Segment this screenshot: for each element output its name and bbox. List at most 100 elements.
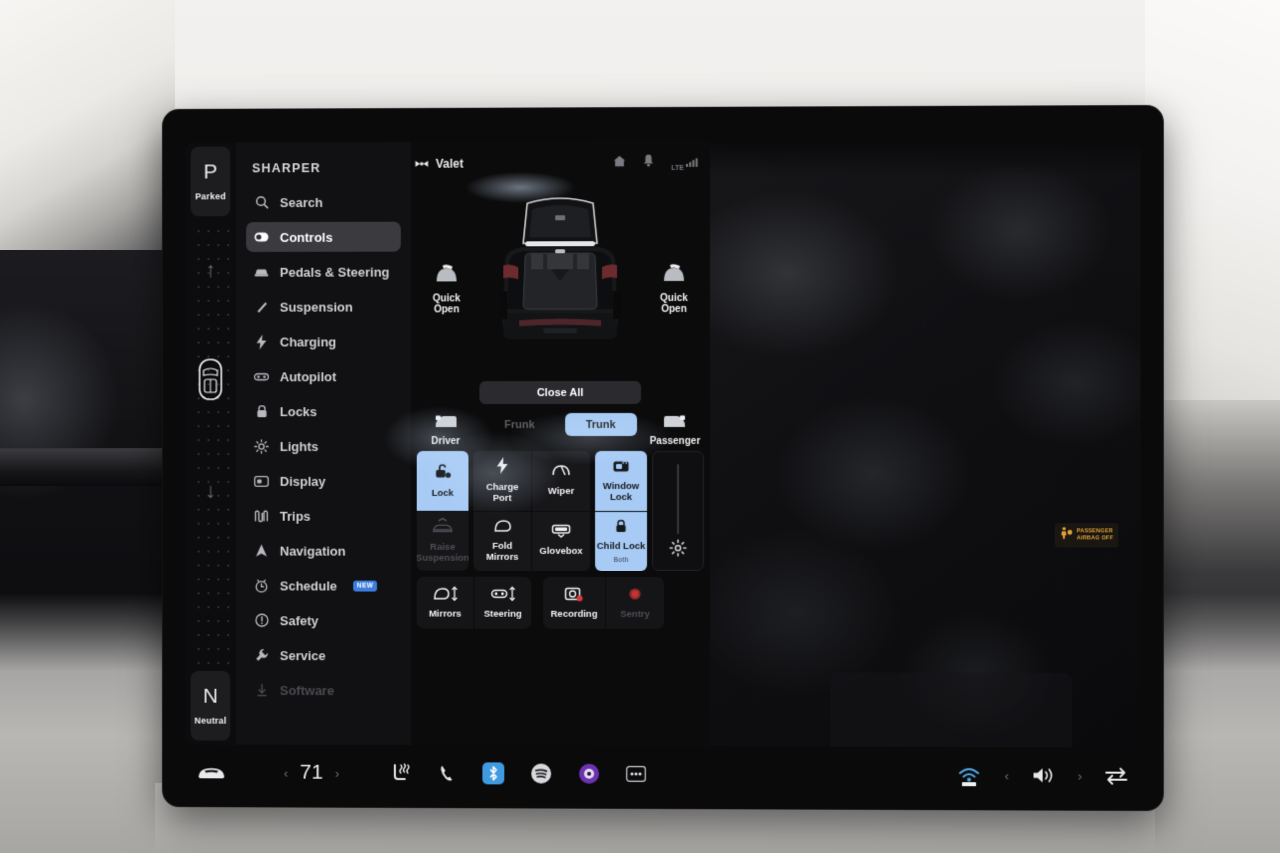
steering-label: Steering (483, 608, 522, 620)
sidebar-item-safety[interactable]: Safety (246, 605, 401, 635)
volume-decrease-button[interactable]: ‹ (1005, 768, 1009, 783)
gear-neutral-button[interactable]: N Neutral (190, 670, 231, 741)
volume-icon[interactable] (1031, 765, 1055, 785)
sidebar-item-software[interactable]: Software (246, 675, 401, 705)
bluetooth-icon[interactable] (482, 762, 505, 785)
wiper-icon (551, 464, 571, 482)
touchscreen-bezel: P Parked ↑ ↓ N Neutral SHARPER Search Co… (163, 105, 1163, 811)
driver-door-button[interactable]: Driver (417, 413, 475, 447)
car-icon[interactable] (197, 764, 227, 780)
sidebar-item-label: Navigation (279, 543, 346, 559)
spotify-icon[interactable] (530, 763, 552, 785)
radio-wifi-icon[interactable] (956, 764, 982, 787)
gear-strip-dot-pattern (190, 220, 231, 667)
airbag-off-state: OFF (1101, 535, 1114, 542)
app-title: SHARPER (252, 161, 321, 176)
gear-selector-strip[interactable]: P Parked ↑ ↓ N Neutral (184, 142, 237, 745)
sidebar-item-lights[interactable]: Lights (246, 431, 401, 461)
bell-icon[interactable] (643, 154, 654, 172)
wiper-button[interactable]: Wiper (532, 451, 591, 511)
passenger-door-button[interactable]: Passenger (646, 413, 704, 447)
steering-adjust-button[interactable]: Steering (474, 577, 531, 629)
phone-icon[interactable] (439, 764, 457, 782)
child-lock-button[interactable]: Child Lock Both (595, 511, 648, 571)
sentry-mode-button[interactable]: Sentry (606, 577, 664, 629)
frunk-button[interactable]: Frunk (484, 413, 556, 436)
sidebar-item-label: Display (279, 473, 326, 489)
sidebar-item-navigation[interactable]: Navigation (246, 536, 401, 566)
passenger-airbag-indicator: PASSENGER AIRBAG OFF (1054, 523, 1119, 548)
glovebox-icon (551, 524, 571, 542)
window-lock-button[interactable]: Window Lock (595, 451, 648, 511)
signal-bars-icon (685, 154, 700, 172)
valet-mode-button[interactable]: Valet (415, 157, 464, 171)
temp-increase-button[interactable]: › (335, 765, 339, 780)
charge-port-label: Charge Port (486, 481, 519, 504)
vehicle-rear-view: Quick Open Quick Open (411, 181, 710, 381)
fold-mirrors-button[interactable]: Fold Mirrors (473, 511, 532, 571)
mirror-adjust-icon (432, 586, 458, 605)
child-lock-sublabel: Both (613, 556, 629, 564)
sidebar-item-locks[interactable]: Locks (246, 396, 401, 426)
temp-decrease-button[interactable]: ‹ (284, 765, 288, 780)
controls-grid-wrapper: Lock Raise Suspension Charge Port Wiper … (416, 450, 705, 572)
temperature-value[interactable]: 71 (300, 761, 323, 785)
gear-up-arrow-icon[interactable]: ↑ (205, 259, 215, 282)
more-dots-icon[interactable] (626, 766, 647, 782)
brightness-slider[interactable] (652, 450, 705, 572)
home-icon[interactable] (613, 154, 626, 172)
window-lock-icon (612, 458, 630, 478)
sidebar-item-search[interactable]: Search (246, 187, 401, 217)
bottom-taskbar: ‹ 71 › ‹ › (185, 746, 1141, 802)
download-icon (254, 682, 269, 697)
airbag-text: PASSENGER AIRBAG OFF (1076, 528, 1114, 542)
swap-arrows-icon[interactable] (1104, 767, 1128, 785)
charge-port-button[interactable]: Charge Port (473, 451, 532, 511)
raise-suspension-button[interactable]: Raise Suspension (416, 511, 469, 571)
mirror-icon (492, 519, 512, 537)
gear-park-button[interactable]: P Parked (190, 146, 231, 217)
quick-open-label: Quick Open (432, 292, 461, 316)
sidebar-item-pedals-steering[interactable]: Pedals & Steering (246, 257, 401, 287)
mirrors-steering-card: Mirrors Steering (416, 576, 532, 629)
quick-open-right-button[interactable]: Quick Open (646, 263, 702, 316)
sidebar-item-autopilot[interactable]: Autopilot (246, 361, 401, 391)
dashcam-recording-button[interactable]: Recording (543, 577, 605, 629)
gear-down-arrow-icon[interactable]: ↓ (205, 480, 215, 503)
sidebar-item-label: Schedule (279, 577, 338, 593)
lock-button[interactable]: Lock (416, 451, 469, 511)
fold-mirrors-label: Fold Mirrors (486, 540, 519, 563)
sidebar-item-label: Charging (279, 333, 337, 349)
mirrors-adjust-button[interactable]: Mirrors (417, 577, 474, 629)
raise-suspension-label: Raise Suspension (416, 541, 469, 564)
map-panel[interactable]: PASSENGER AIRBAG OFF (710, 139, 1141, 748)
sidebar-item-display[interactable]: Display (246, 466, 401, 496)
sidebar-item-suspension[interactable]: Suspension (246, 292, 401, 322)
sidebar-item-charging[interactable]: Charging (246, 326, 401, 356)
lock-label: Lock (431, 487, 454, 499)
clock-icon (254, 578, 269, 593)
light-icon (254, 439, 269, 454)
sidebar-item-service[interactable]: Service (246, 640, 401, 670)
navigation-arrow-icon (254, 543, 269, 558)
glovebox-button[interactable]: Glovebox (532, 511, 591, 571)
trunk-button[interactable]: Trunk (564, 413, 637, 437)
close-all-button[interactable]: Close All (479, 381, 642, 405)
sidebar-item-trips[interactable]: Trips (246, 501, 401, 531)
map-info-card[interactable] (830, 672, 1072, 748)
sidebar-item-schedule[interactable]: Schedule NEW (246, 570, 401, 600)
bowtie-icon (415, 157, 429, 171)
sidebar-item-controls[interactable]: Controls (246, 221, 401, 252)
gear-park-letter: P (203, 160, 218, 184)
raise-suspension-icon (432, 518, 454, 538)
quick-open-left-button[interactable]: Quick Open (419, 263, 475, 315)
volume-increase-button[interactable]: › (1078, 768, 1082, 783)
lock-icon (254, 404, 269, 419)
media-app-icon[interactable] (578, 763, 600, 785)
map-top-overlay (710, 139, 1141, 177)
dashcam-icon (564, 586, 584, 605)
search-icon (254, 195, 269, 210)
sidebar-item-label: Controls (279, 229, 333, 245)
seat-heater-icon[interactable] (391, 763, 413, 783)
passenger-door-icon (663, 413, 687, 432)
